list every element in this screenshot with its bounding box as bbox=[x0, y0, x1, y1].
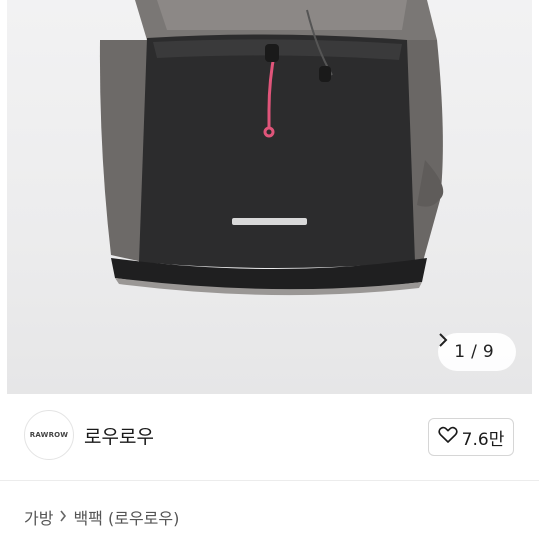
heart-outline-icon bbox=[438, 426, 458, 449]
gallery-edge-left bbox=[0, 0, 7, 394]
like-button[interactable]: 7.6만 bbox=[428, 418, 514, 456]
seller-name[interactable]: 로우로우 bbox=[84, 422, 154, 449]
product-image-gallery[interactable]: 1 / 9 bbox=[7, 0, 532, 394]
like-count: 7.6만 bbox=[461, 429, 505, 450]
section-divider bbox=[0, 480, 539, 481]
chevron-right-icon bbox=[59, 508, 67, 526]
image-counter-total: 9 bbox=[482, 342, 494, 362]
breadcrumb: 가방 백팩 (로우로우) bbox=[24, 505, 179, 529]
breadcrumb-item-bags[interactable]: 가방 bbox=[24, 505, 53, 529]
image-counter-button[interactable]: 1 / 9 bbox=[438, 333, 516, 371]
gallery-edge-right bbox=[532, 0, 539, 394]
seller-logo-text: RAWROW bbox=[29, 431, 69, 439]
seller-avatar[interactable]: RAWROW bbox=[24, 410, 74, 460]
breadcrumb-item-backpack[interactable]: 백팩 (로우로우) bbox=[73, 505, 179, 529]
image-counter-current: 1 bbox=[454, 342, 466, 362]
image-counter-separator: / bbox=[471, 342, 477, 362]
